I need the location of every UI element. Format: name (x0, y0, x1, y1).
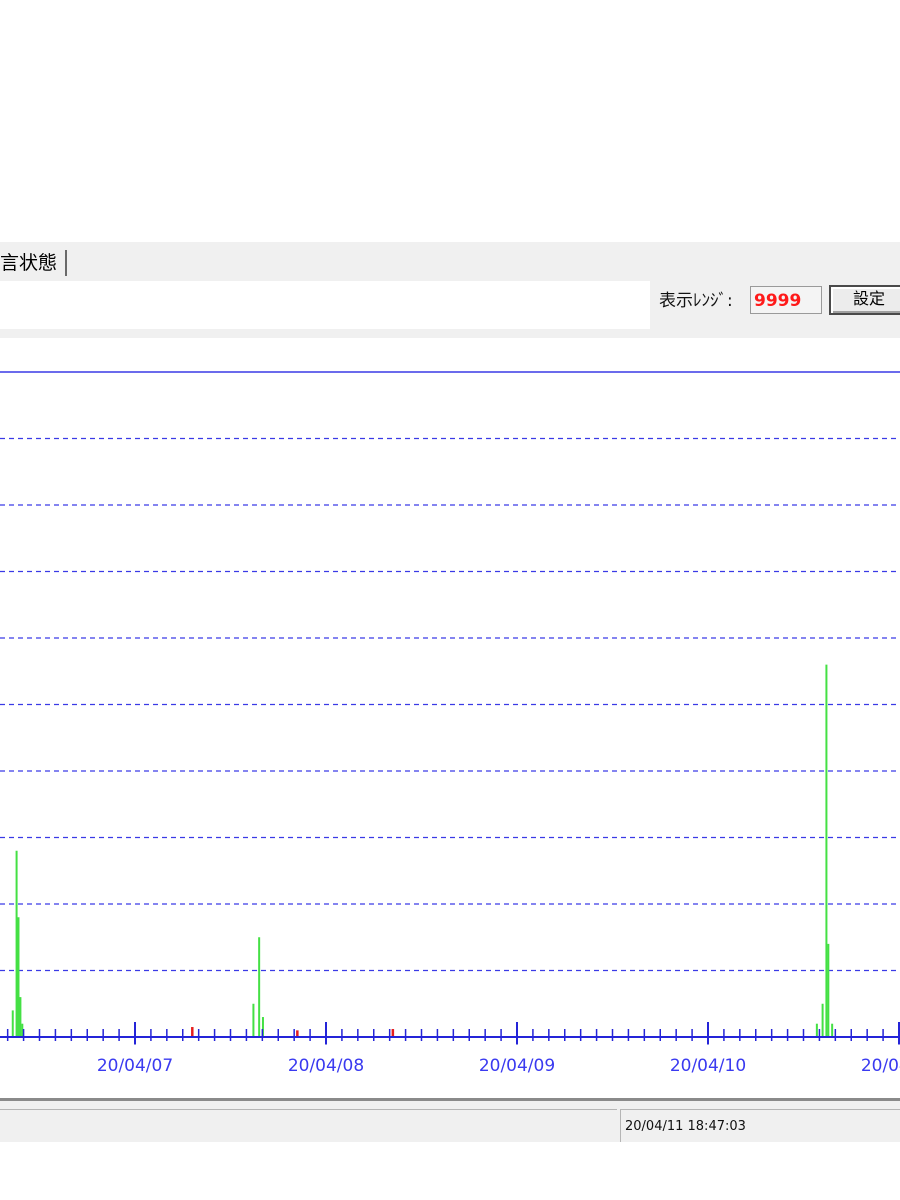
toolbar-blank-panel (0, 281, 650, 329)
x-axis-tick-label: 20/04/10 (670, 1056, 746, 1076)
status-timestamp: 20/04/11 18:47:03 (620, 1109, 900, 1143)
toolbar: 表示ﾚﾝｼﾞ: 9999 設定 (0, 278, 900, 338)
status-pane-left (0, 1109, 617, 1144)
tab-communication-status[interactable]: 言状態 (0, 250, 68, 276)
x-axis-tick-label: 20/04/09 (479, 1056, 555, 1076)
status-bar: 20/04/11 18:47:03 (0, 1098, 900, 1145)
chart-area: 20/04/07 20/04/08 20/04/09 20/04/10 20/04/11 (0, 340, 900, 1098)
bottom-blank-area (0, 1142, 900, 1200)
time-series-chart: 20/04/07 20/04/08 20/04/09 20/04/10 20/04/11 (0, 371, 900, 1076)
set-button[interactable]: 設定 (829, 285, 900, 315)
tab-strip: 言状態 (0, 242, 900, 278)
display-range-input[interactable]: 9999 (750, 286, 822, 314)
x-axis-tick-label: 20/04/11 (861, 1056, 900, 1076)
display-range-label: 表示ﾚﾝｼﾞ: (659, 291, 733, 311)
x-axis-tick-label: 20/04/07 (97, 1056, 173, 1076)
x-axis-tick-label: 20/04/08 (288, 1056, 364, 1076)
